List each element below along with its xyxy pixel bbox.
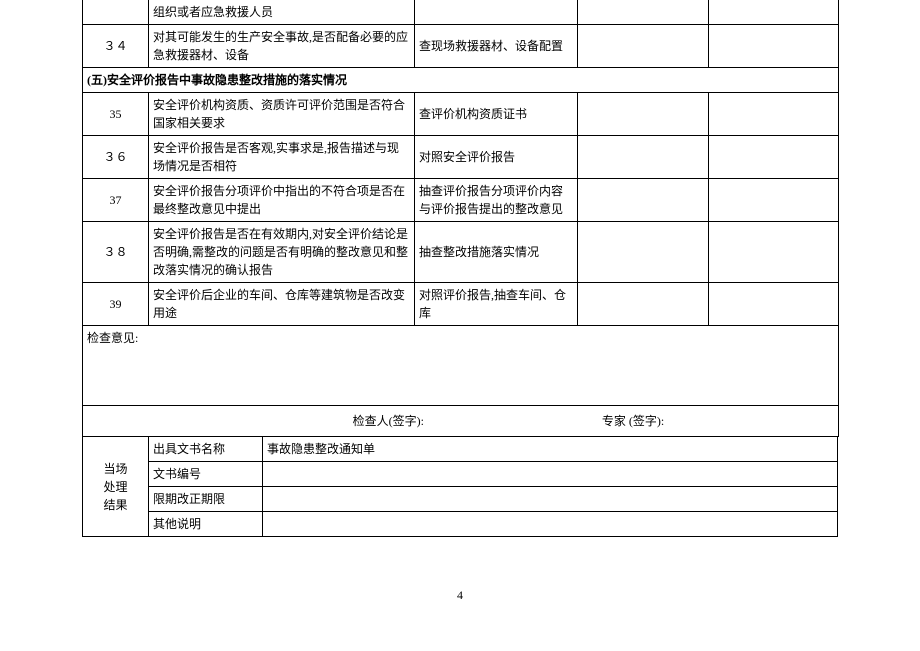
cell-empty [709,222,839,283]
cell-empty [578,25,709,68]
cell-num [83,0,149,25]
cell-desc: 安全评价机构资质、资质许可评价范围是否符合国家相关要求 [149,93,415,136]
result-label: 当场 处理 结果 [83,437,149,537]
cell-method: 查现场救援器材、设备配置 [415,25,578,68]
cell-method: 抽查整改措施落实情况 [415,222,578,283]
result-value [263,512,838,537]
cell-method [415,0,578,25]
cell-empty [709,93,839,136]
signature-row: 检查人(签字): 专家 (签字): [83,406,839,437]
inspector-sign-label: 检查人(签字): [87,412,432,430]
result-row: 文书编号 [83,462,838,487]
cell-empty [578,136,709,179]
signature-cell: 检查人(签字): 专家 (签字): [83,406,839,437]
cell-desc: 对其可能发生的生产安全事故,是否配备必要的应急救援器材、设备 [149,25,415,68]
cell-method: 查评价机构资质证书 [415,93,578,136]
cell-method: 对照评价报告,抽查车间、仓库 [415,283,578,326]
cell-num: 35 [83,93,149,136]
inspection-table: 组织或者应急救援人员 ３４ 对其可能发生的生产安全事故,是否配备必要的应急救援器… [82,0,839,437]
result-row: 限期改正期限 [83,487,838,512]
cell-empty [578,283,709,326]
result-value: 事故隐患整改通知单 [263,437,838,462]
cell-method: 对照安全评价报告 [415,136,578,179]
cell-empty [709,0,839,25]
cell-num: 37 [83,179,149,222]
result-sublabel: 其他说明 [149,512,263,537]
cell-desc: 组织或者应急救援人员 [149,0,415,25]
cell-num: ３６ [83,136,149,179]
result-value [263,487,838,512]
opinion-row: 检查意见: [83,326,839,406]
result-row: 当场 处理 结果 出具文书名称 事故隐患整改通知单 [83,437,838,462]
result-row: 其他说明 [83,512,838,537]
cell-desc: 安全评价报告是否客观,实事求是,报告描述与现场情况是否相符 [149,136,415,179]
result-table: 当场 处理 结果 出具文书名称 事故隐患整改通知单 文书编号 限期改正期限 其他… [82,437,838,537]
result-sublabel: 出具文书名称 [149,437,263,462]
table-row: ３６ 安全评价报告是否客观,实事求是,报告描述与现场情况是否相符 对照安全评价报… [83,136,839,179]
cell-empty [709,179,839,222]
cell-empty [578,0,709,25]
table-row: 35 安全评价机构资质、资质许可评价范围是否符合国家相关要求 查评价机构资质证书 [83,93,839,136]
cell-empty [578,222,709,283]
cell-num: ３４ [83,25,149,68]
table-row: 37 安全评价报告分项评价中指出的不符合项是否在最终整改意见中提出 抽查评价报告… [83,179,839,222]
cell-desc: 安全评价后企业的车间、仓库等建筑物是否改变用途 [149,283,415,326]
cell-empty [578,179,709,222]
cell-desc: 安全评价报告分项评价中指出的不符合项是否在最终整改意见中提出 [149,179,415,222]
table-row: ３４ 对其可能发生的生产安全事故,是否配备必要的应急救援器材、设备 查现场救援器… [83,25,839,68]
cell-empty [709,25,839,68]
opinion-cell: 检查意见: [83,326,839,406]
section-title: (五)安全评价报告中事故隐患整改措施的落实情况 [83,68,839,93]
section-5-header: (五)安全评价报告中事故隐患整改措施的落实情况 [83,68,839,93]
table-row: 组织或者应急救援人员 [83,0,839,25]
cell-num: 39 [83,283,149,326]
cell-empty [709,136,839,179]
cell-method: 抽查评价报告分项评价内容与评价报告提出的整改意见 [415,179,578,222]
cell-desc: 安全评价报告是否在有效期内,对安全评价结论是否明确,需整改的问题是否有明确的整改… [149,222,415,283]
result-sublabel: 文书编号 [149,462,263,487]
cell-empty [578,93,709,136]
result-value [263,462,838,487]
table-row: ３８ 安全评价报告是否在有效期内,对安全评价结论是否明确,需整改的问题是否有明确… [83,222,839,283]
result-sublabel: 限期改正期限 [149,487,263,512]
expert-sign-label: 专家 (签字): [432,412,834,430]
cell-num: ３８ [83,222,149,283]
cell-empty [709,283,839,326]
table-row: 39 安全评价后企业的车间、仓库等建筑物是否改变用途 对照评价报告,抽查车间、仓… [83,283,839,326]
page-number: 4 [0,588,920,603]
